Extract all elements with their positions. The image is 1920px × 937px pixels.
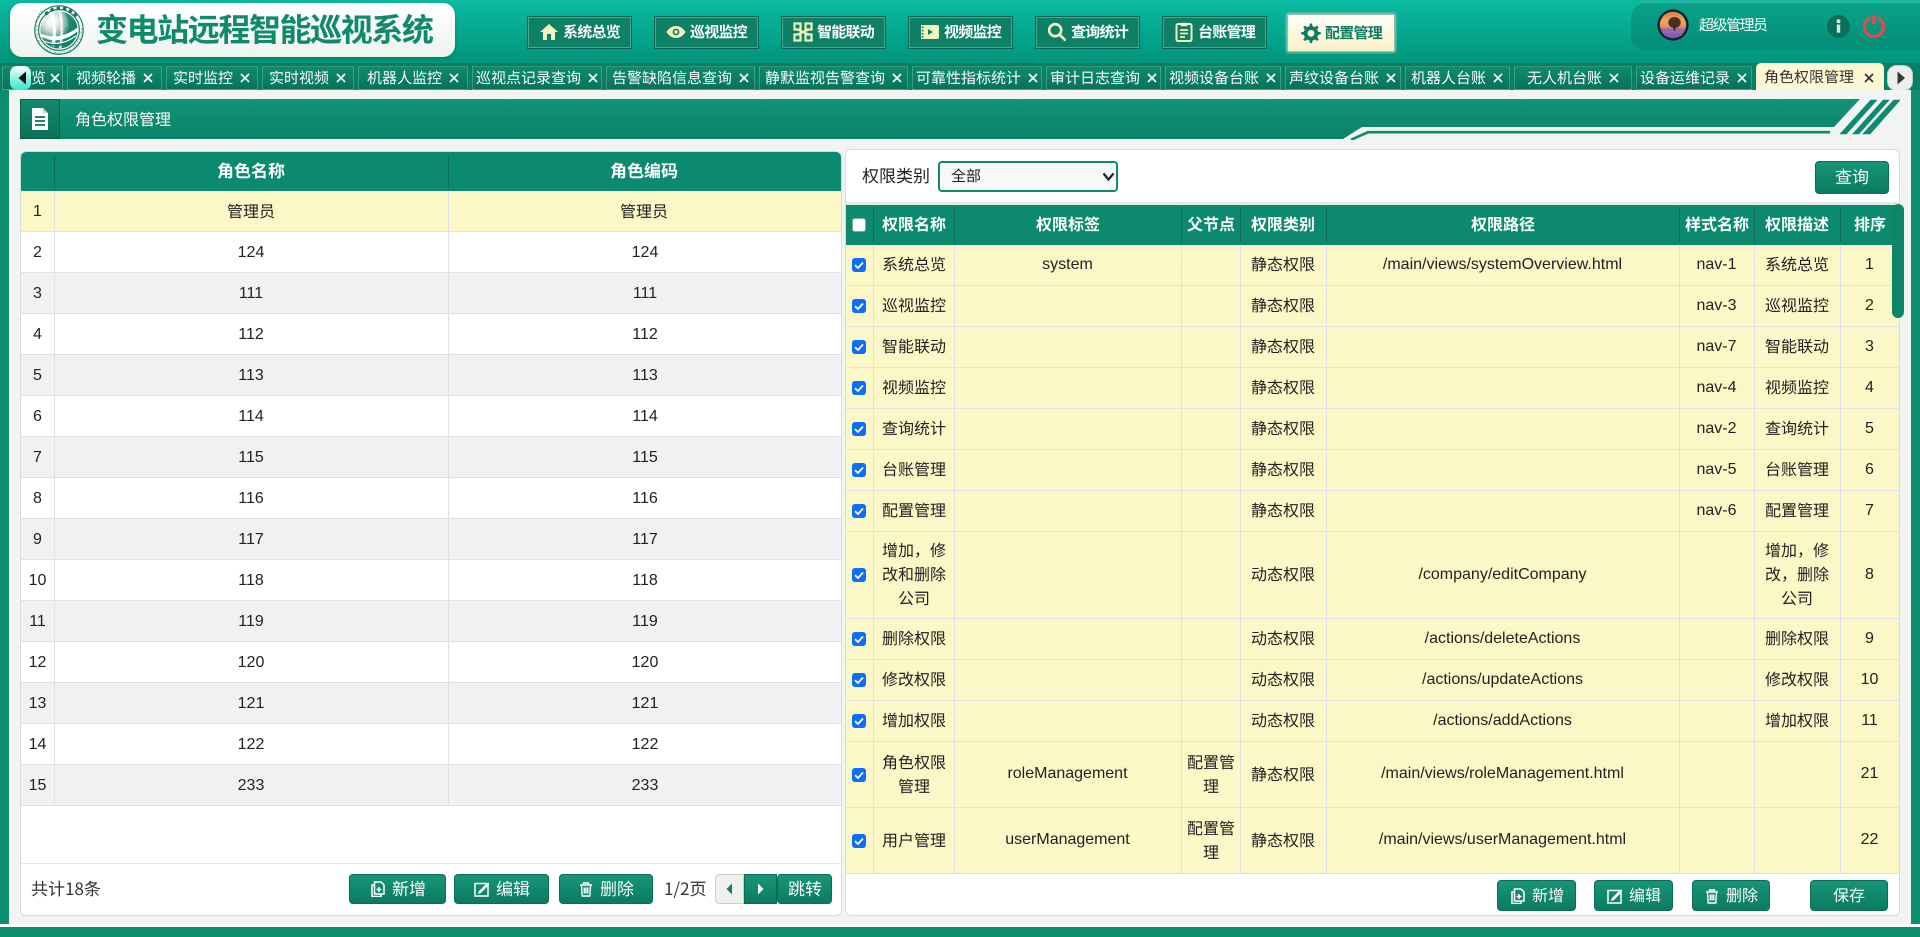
svg-text:O: O (34, 29, 38, 32)
svg-text:S: S (35, 24, 39, 27)
